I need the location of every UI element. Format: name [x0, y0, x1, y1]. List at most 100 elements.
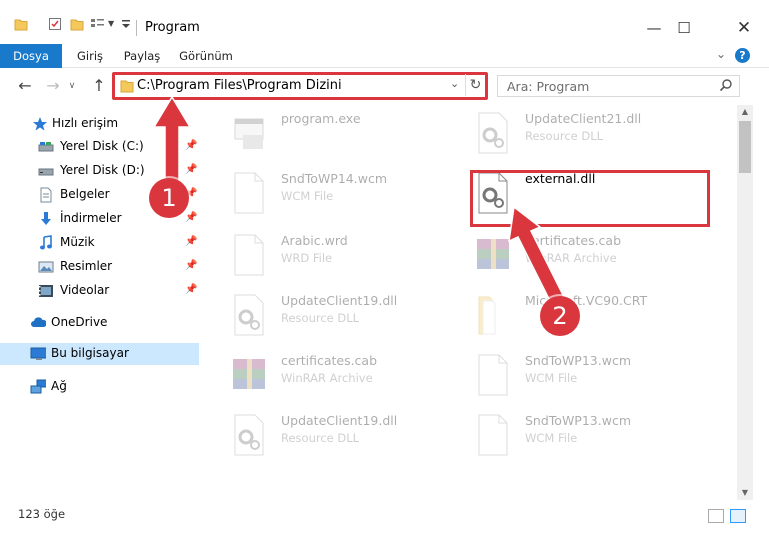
file-icon	[478, 414, 508, 456]
address-dropdown-icon[interactable]: ⌄	[450, 77, 459, 90]
drive-icon	[38, 168, 54, 176]
file-item[interactable]: UpdateClient21.dll Resource DLL	[473, 107, 713, 163]
file-type: WCM File	[281, 189, 334, 203]
tab-share[interactable]: Paylaş	[120, 44, 164, 68]
pin-icon[interactable]: 📌	[185, 260, 197, 271]
callout-badge-1: 1	[149, 178, 189, 218]
vertical-scrollbar[interactable]: ▲ ▼	[737, 105, 753, 500]
pictures-icon	[38, 261, 54, 273]
ribbon-expand-icon[interactable]: ⌄	[716, 47, 726, 61]
close-button[interactable]: ✕	[724, 14, 764, 42]
file-item[interactable]: UpdateClient19.dll Resource DLL	[229, 289, 469, 345]
nav-label: Bu bilgisayar	[51, 346, 129, 360]
ribbon-tabs: Dosya Giriş Paylaş Görünüm ⌄ ?	[0, 44, 769, 68]
file-list: program.exe UpdateClient21.dll Resource …	[203, 105, 736, 500]
tab-file[interactable]: Dosya	[0, 44, 62, 68]
nav-label: Videolar	[60, 283, 110, 297]
nav-label: Hızlı erişim	[52, 116, 119, 130]
scroll-up-icon[interactable]: ▲	[737, 105, 753, 119]
nav-label: Resimler	[60, 259, 113, 273]
nav-label: OneDrive	[51, 315, 108, 329]
file-type: Resource DLL	[525, 129, 604, 143]
cloud-icon	[31, 317, 46, 327]
title-separator	[136, 20, 137, 36]
file-name: Arabic.wrd	[281, 233, 348, 248]
folder-icon	[14, 19, 28, 31]
dll-icon	[478, 112, 508, 154]
callout-badge-2: 2	[540, 296, 580, 336]
file-item[interactable]: Arabic.wrd WRD File	[229, 229, 469, 285]
properties-icon[interactable]	[48, 17, 62, 31]
file-explorer-window: ▼ Program — ☐ ✕ Dosya Giriş Paylaş Görün…	[0, 0, 769, 535]
help-icon[interactable]: ?	[735, 48, 750, 63]
file-item[interactable]: program.exe	[229, 107, 469, 163]
customize-toolbar-icon[interactable]	[120, 17, 132, 31]
file-icon	[234, 234, 264, 276]
file-type: WCM File	[525, 431, 578, 445]
file-type: WCM File	[525, 371, 578, 385]
tab-home[interactable]: Giriş	[70, 44, 110, 68]
file-name: UpdateClient21.dll	[525, 111, 642, 126]
new-folder-icon[interactable]	[70, 17, 84, 31]
network-icon	[30, 379, 46, 394]
dll-icon	[234, 414, 264, 456]
file-name: UpdateClient19.dll	[281, 413, 398, 428]
download-icon	[41, 212, 51, 225]
tab-view[interactable]: Görünüm	[176, 44, 236, 68]
forward-arrow-icon[interactable]: →	[43, 76, 63, 96]
nav-label: İndirmeler	[60, 211, 122, 225]
file-item[interactable]: SndToWP13.wcm WCM File	[473, 349, 713, 405]
nav-label: Yerel Disk (D:)	[60, 163, 145, 177]
view-icon[interactable]	[90, 17, 106, 31]
file-icon	[234, 172, 264, 214]
scroll-down-icon[interactable]: ▼	[737, 486, 753, 500]
file-type: WRD File	[281, 251, 333, 265]
window-title: Program	[145, 20, 200, 35]
file-name: SndToWP13.wcm	[525, 413, 631, 428]
refresh-icon[interactable]: ↻	[465, 74, 485, 96]
file-item[interactable]: SndToWP13.wcm WCM File	[473, 409, 713, 465]
folder-icon	[120, 80, 134, 93]
up-arrow-icon[interactable]: ↑	[89, 76, 109, 96]
nav-label: Yerel Disk (C:)	[60, 139, 144, 153]
file-name: program.exe	[281, 111, 361, 126]
item-count: 123 öğe	[18, 507, 66, 521]
file-name: SndToWP13.wcm	[525, 353, 631, 368]
pin-icon[interactable]: 📌	[185, 236, 197, 247]
videos-icon	[39, 285, 53, 297]
nav-item-videos[interactable]: Videolar 📌	[0, 280, 199, 302]
nav-item-music[interactable]: Müzik 📌	[0, 232, 199, 254]
chevron-down-icon[interactable]: ▼	[108, 19, 114, 28]
file-type: WinRAR Archive	[281, 371, 373, 385]
file-type: Resource DLL	[281, 431, 360, 445]
search-icon[interactable]	[719, 78, 733, 92]
documents-icon	[40, 187, 52, 203]
file-name: UpdateClient19.dll	[281, 293, 398, 308]
nav-this-pc[interactable]: Bu bilgisayar	[0, 343, 199, 365]
details-view-icon[interactable]	[708, 509, 724, 523]
file-type: Resource DLL	[281, 311, 360, 325]
search-placeholder: Ara: Program	[507, 79, 590, 94]
pin-icon[interactable]: 📌	[185, 212, 197, 223]
navigation-row: ← → ∨ ↑ C:\Program Files\Program Dizini …	[0, 70, 769, 103]
nav-item-pictures[interactable]: Resimler 📌	[0, 256, 199, 278]
exe-icon	[234, 118, 264, 149]
maximize-button[interactable]: ☐	[664, 14, 704, 42]
file-item[interactable]: certificates.cab WinRAR Archive	[229, 349, 469, 405]
nav-network[interactable]: Ağ	[0, 376, 199, 398]
back-arrow-icon[interactable]: ←	[15, 76, 35, 96]
recent-locations-icon[interactable]: ∨	[62, 76, 82, 96]
pin-icon[interactable]: 📌	[185, 284, 197, 295]
file-item[interactable]: UpdateClient19.dll Resource DLL	[229, 409, 469, 465]
file-item[interactable]: SndToWP14.wcm WCM File	[229, 167, 469, 223]
title-bar: ▼ Program — ☐ ✕	[0, 0, 769, 42]
search-box[interactable]: Ara: Program	[497, 75, 740, 97]
star-icon	[33, 117, 47, 131]
scroll-thumb[interactable]	[739, 121, 751, 173]
file-icon	[478, 354, 508, 396]
address-path[interactable]: C:\Program Files\Program Dizini	[137, 78, 342, 93]
large-icons-view-icon[interactable]	[730, 509, 746, 523]
computer-icon	[30, 347, 46, 360]
nav-onedrive[interactable]: OneDrive	[0, 312, 199, 334]
nav-label: Ağ	[51, 379, 67, 393]
